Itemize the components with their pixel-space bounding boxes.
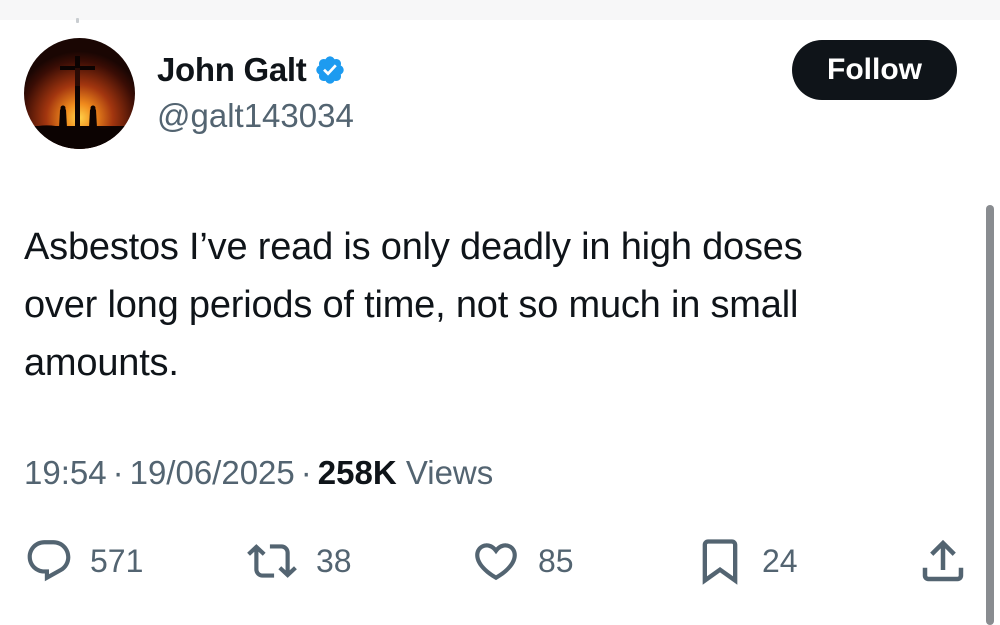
tweet-meta: 19:54 · 19/06/2025 · 258K Views	[24, 454, 493, 492]
share-button[interactable]	[916, 535, 970, 587]
share-icon	[922, 539, 964, 582]
action-bar: 571 38 85 24	[0, 535, 1000, 595]
strip-marker	[76, 18, 79, 23]
tweet-text: Asbestos I’ve read is only deadly in hig…	[24, 218, 954, 392]
crucifixion-sunset-avatar-icon	[24, 38, 135, 149]
bookmark-icon	[702, 539, 738, 585]
tweet-text-line: Asbestos I’ve read is only deadly in hig…	[24, 226, 803, 268]
tweet-text-line: over long periods of time, not so much i…	[24, 284, 799, 326]
views-label[interactable]: Views	[406, 454, 493, 491]
like-count: 85	[538, 542, 574, 579]
author-name-row[interactable]: John Galt	[157, 48, 346, 92]
follow-button[interactable]: Follow	[792, 40, 957, 100]
meta-separator: ·	[300, 454, 312, 491]
avatar[interactable]	[24, 38, 135, 149]
top-status-strip	[0, 0, 1000, 23]
scrollbar[interactable]	[986, 205, 994, 625]
bookmark-button[interactable]: 24	[694, 535, 798, 587]
author-handle[interactable]: @galt143034	[157, 97, 354, 135]
bookmark-count: 24	[762, 542, 798, 579]
views-count[interactable]: 258K	[318, 454, 397, 491]
verified-badge-icon[interactable]	[314, 54, 346, 86]
author-name[interactable]: John Galt	[157, 51, 307, 89]
repost-icon	[247, 544, 297, 578]
tweet-time[interactable]: 19:54	[24, 454, 107, 491]
heart-icon	[475, 543, 517, 581]
meta-separator: ·	[112, 454, 124, 491]
reply-icon	[27, 540, 71, 582]
tweet-date[interactable]: 19/06/2025	[130, 454, 295, 491]
repost-button[interactable]: 38	[244, 535, 352, 587]
reply-button[interactable]: 571	[24, 535, 143, 587]
reply-count: 571	[90, 542, 144, 579]
like-button[interactable]: 85	[470, 535, 574, 587]
repost-count: 38	[316, 542, 352, 579]
tweet-text-line: amounts.	[24, 342, 179, 384]
